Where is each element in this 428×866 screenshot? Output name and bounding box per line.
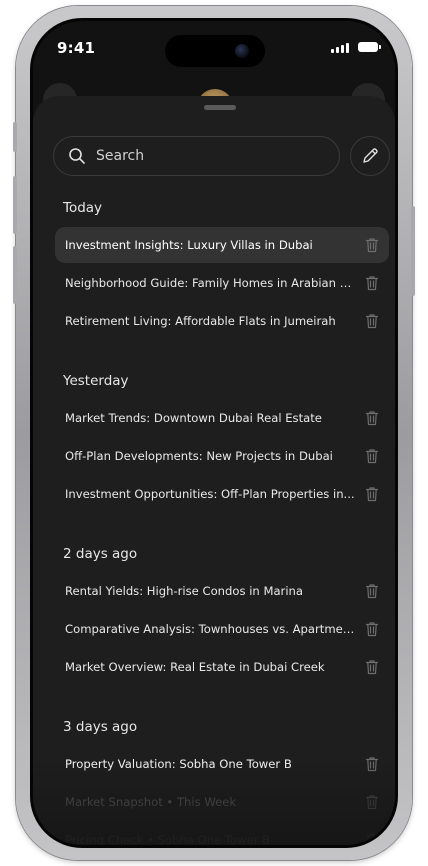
history-item[interactable]: Investment Insights: Luxury Villas in Du… (55, 227, 389, 263)
new-chat-button[interactable] (350, 136, 390, 176)
history-item[interactable]: Retirement Living: Affordable Flats in J… (55, 303, 389, 339)
signal-icon (331, 43, 349, 53)
history-item-title: Property Valuation: Sobha One Tower B (65, 757, 292, 771)
history-item[interactable]: Comparative Analysis: Townhouses vs. Apa… (55, 611, 389, 647)
history-item-title: Market Snapshot • This Week (65, 795, 237, 809)
history-item[interactable]: Market Trends: Downtown Dubai Real Estat… (55, 400, 389, 436)
trash-icon[interactable] (365, 486, 379, 502)
history-item[interactable]: Market Overview: Real Estate in Dubai Cr… (55, 649, 389, 685)
search-box[interactable] (53, 136, 340, 176)
battery-icon (358, 42, 381, 52)
history-item-title: Investment Insights: Luxury Villas in Du… (65, 238, 313, 252)
trash-icon[interactable] (365, 275, 379, 291)
status-bar: 9:41 (33, 21, 395, 71)
trash-icon[interactable] (365, 313, 379, 329)
status-time: 9:41 (57, 39, 96, 57)
search-icon (69, 148, 85, 164)
trash-icon[interactable] (365, 410, 379, 426)
history-item-title: Retirement Living: Affordable Flats in J… (65, 314, 336, 328)
pencil-icon (363, 148, 378, 163)
history-sheet: Today Investment Insights: Luxury Villas… (33, 96, 395, 847)
history-item-title: Off-Plan Developments: New Projects in D… (65, 449, 333, 463)
trash-icon[interactable] (365, 756, 379, 772)
search-input[interactable] (94, 147, 318, 165)
history-item-title: Investment Opportunities: Off-Plan Prope… (65, 487, 355, 501)
trash-icon[interactable] (365, 659, 379, 675)
history-item-title: Market Overview: Real Estate in Dubai Cr… (65, 660, 325, 674)
trash-icon[interactable] (365, 237, 379, 253)
history-item-title: Rental Yields: High-rise Condos in Marin… (65, 584, 303, 598)
history-item[interactable]: Off-Plan Developments: New Projects in D… (55, 438, 389, 474)
volume-down-button (13, 246, 17, 304)
history-item[interactable]: Neighborhood Guide: Family Homes in Arab… (55, 265, 389, 301)
section-label-yesterday: Yesterday (63, 373, 129, 389)
dynamic-island (165, 35, 265, 67)
power-button (411, 206, 415, 296)
history-item[interactable]: Pricing Check • Sobha One Tower B (55, 822, 389, 847)
sheet-grabber[interactable] (204, 105, 236, 110)
history-item[interactable]: Market Snapshot • This Week (55, 784, 389, 820)
history-item-title: Neighborhood Guide: Family Homes in Arab… (65, 276, 355, 290)
trash-icon[interactable] (365, 794, 379, 810)
history-item-title: Market Trends: Downtown Dubai Real Estat… (65, 411, 322, 425)
section-label-2-days-ago: 2 days ago (63, 546, 138, 562)
camera-icon (235, 44, 249, 58)
history-item[interactable]: Property Valuation: Sobha One Tower B (55, 746, 389, 782)
screen: 9:41 Today In (30, 18, 398, 848)
history-item[interactable]: Investment Opportunities: Off-Plan Prope… (55, 476, 389, 512)
history-item[interactable]: Rental Yields: High-rise Condos in Marin… (55, 573, 389, 609)
trash-icon[interactable] (365, 448, 379, 464)
history-item-title: Pricing Check • Sobha One Tower B (65, 833, 271, 847)
section-label-today: Today (63, 200, 103, 216)
history-item-title: Comparative Analysis: Townhouses vs. Apa… (65, 622, 355, 636)
trash-icon[interactable] (365, 621, 379, 637)
trash-icon[interactable] (365, 583, 379, 599)
silent-switch (13, 122, 17, 152)
volume-up-button (13, 176, 17, 234)
section-label-3-days-ago: 3 days ago (63, 719, 138, 735)
